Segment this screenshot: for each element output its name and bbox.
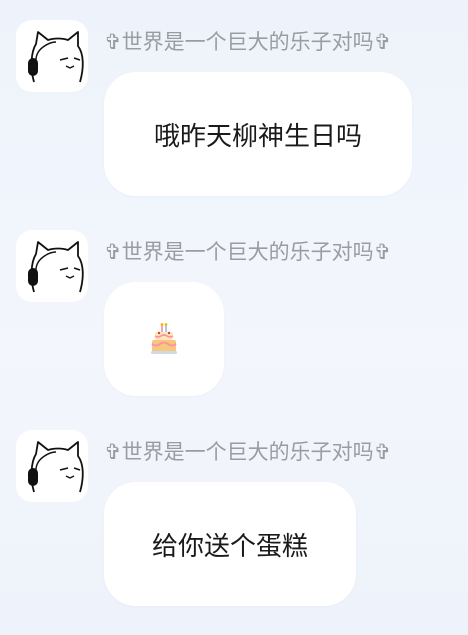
message-item: ✞世界是一个巨大的乐子对吗✞ 哦昨天柳神生日吗 xyxy=(0,20,468,200)
cat-with-headphones-icon xyxy=(28,241,84,293)
cat-with-headphones-icon xyxy=(28,31,84,83)
birthday-cake-icon xyxy=(151,323,177,354)
message-bubble[interactable] xyxy=(104,282,224,396)
avatar[interactable] xyxy=(16,20,88,92)
message-item: ✞世界是一个巨大的乐子对吗✞ xyxy=(0,230,468,400)
cat-with-headphones-icon xyxy=(28,441,84,493)
avatar[interactable] xyxy=(16,430,88,502)
message-bubble[interactable]: 给你送个蛋糕 xyxy=(104,482,356,606)
message-text: 哦昨天柳神生日吗 xyxy=(153,121,362,152)
message-bubble[interactable]: 哦昨天柳神生日吗 xyxy=(104,72,412,196)
chat-message-list: ✞世界是一个巨大的乐子对吗✞ 哦昨天柳神生日吗 ✞世界是一个巨大的乐子对吗✞ ✞… xyxy=(0,0,468,635)
message-item: ✞世界是一个巨大的乐子对吗✞ 给你送个蛋糕 xyxy=(0,430,468,610)
avatar[interactable] xyxy=(16,230,88,302)
message-text: 给你送个蛋糕 xyxy=(151,531,308,562)
sender-name: ✞世界是一个巨大的乐子对吗✞ xyxy=(104,30,392,54)
sender-name: ✞世界是一个巨大的乐子对吗✞ xyxy=(104,440,392,464)
sender-name: ✞世界是一个巨大的乐子对吗✞ xyxy=(104,240,392,264)
